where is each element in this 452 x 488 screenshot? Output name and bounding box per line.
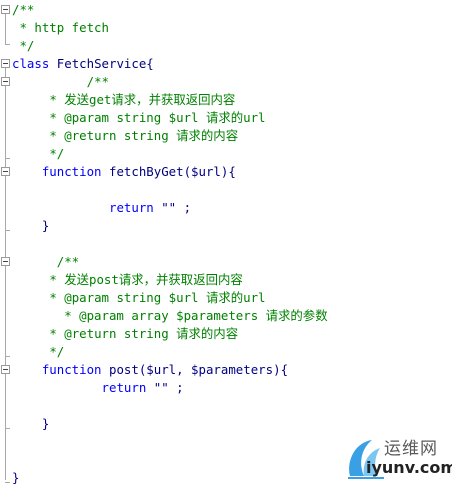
fold-toggle-icon[interactable] <box>1 77 10 86</box>
code-comment: */ <box>12 38 35 53</box>
fold-end-marker <box>5 356 10 357</box>
code-line[interactable]: */ <box>12 343 64 361</box>
code-line[interactable]: /** <box>12 253 79 271</box>
code-line[interactable]: * @param string $url 请求的url <box>12 289 266 307</box>
fold-guide <box>5 68 6 480</box>
code-comment: * 发送post请求，并获取返回内容 <box>49 272 243 287</box>
code-comment: * @param string $url 请求的url <box>49 290 266 305</box>
fold-toggle-icon[interactable] <box>1 5 10 14</box>
fold-end-marker <box>5 230 10 231</box>
code-line[interactable]: } <box>12 217 49 235</box>
code-line[interactable]: return "" ; <box>12 199 191 217</box>
code-line[interactable]: * @param array $parameters 请求的参数 <box>12 307 328 325</box>
fold-guide <box>5 14 6 44</box>
fold-end-marker <box>5 158 10 159</box>
code-line[interactable]: return "" ; <box>12 379 184 397</box>
code-keyword: class <box>12 56 50 71</box>
code-keyword: function <box>41 362 102 377</box>
code-comment: /** <box>12 2 35 17</box>
code-keyword: function <box>41 164 102 179</box>
code-comment: * @param string $url 请求的url <box>49 110 266 125</box>
code-line[interactable]: * @param string $url 请求的url <box>12 109 266 127</box>
fold-end-marker <box>5 482 10 483</box>
code-text: } <box>41 218 50 233</box>
code-keyword: return <box>108 200 154 215</box>
code-line[interactable]: */ <box>12 37 34 55</box>
code-comment: /** <box>86 74 109 89</box>
code-line[interactable]: * @return string 请求的内容 <box>12 127 238 145</box>
code-line[interactable]: * 发送post请求，并获取返回内容 <box>12 271 243 289</box>
code-line[interactable]: /** <box>12 73 109 91</box>
code-keyword: return <box>101 380 147 395</box>
code-comment: * 发送get请求，并获取返回内容 <box>49 92 236 107</box>
code-line[interactable]: * @return string 请求的内容 <box>12 325 238 343</box>
watermark-brand-cn: 运维网 <box>384 439 438 459</box>
code-line[interactable]: */ <box>12 145 64 163</box>
fold-toggle-icon[interactable] <box>1 167 10 176</box>
code-editor[interactable]: /** * http fetch */ class FetchService{ /… <box>0 0 452 488</box>
code-line[interactable]: function post($url, $parameters){ <box>12 361 288 379</box>
code-line[interactable]: * 发送get请求，并获取返回内容 <box>12 91 235 109</box>
code-text: post($url, $parameters){ <box>101 362 289 377</box>
code-line[interactable]: } <box>12 469 19 487</box>
code-text: FetchService{ <box>49 56 154 71</box>
watermark: 运维网 iyunv.com <box>344 430 452 488</box>
fold-toggle-icon[interactable] <box>1 257 10 266</box>
code-line[interactable]: function fetchByGet($url){ <box>12 163 236 181</box>
code-line[interactable]: class FetchService{ <box>12 55 154 73</box>
code-line[interactable]: * http fetch <box>12 19 109 37</box>
code-comment: * http fetch <box>12 20 109 35</box>
fold-end-marker <box>5 44 10 45</box>
fold-gutter <box>0 0 12 488</box>
code-comment: */ <box>49 146 65 161</box>
code-comment: * @param array $parameters 请求的参数 <box>64 308 328 323</box>
code-text: "" ; <box>153 200 192 215</box>
fold-end-marker <box>5 428 10 429</box>
code-line[interactable]: /** <box>12 1 34 19</box>
code-text: } <box>12 470 20 485</box>
code-line[interactable]: } <box>12 415 49 433</box>
fold-toggle-icon[interactable] <box>1 365 10 374</box>
code-comment: /** <box>56 254 80 269</box>
code-text: fetchByGet($url){ <box>101 164 236 179</box>
code-comment: * @return string 请求的内容 <box>49 326 239 341</box>
code-text: } <box>41 416 50 431</box>
code-text: "" ; <box>146 380 184 395</box>
fold-toggle-icon[interactable] <box>1 59 10 68</box>
code-comment: * @return string 请求的内容 <box>49 128 239 143</box>
watermark-brand-en: iyunv.com <box>366 458 452 477</box>
code-comment: */ <box>49 344 65 359</box>
